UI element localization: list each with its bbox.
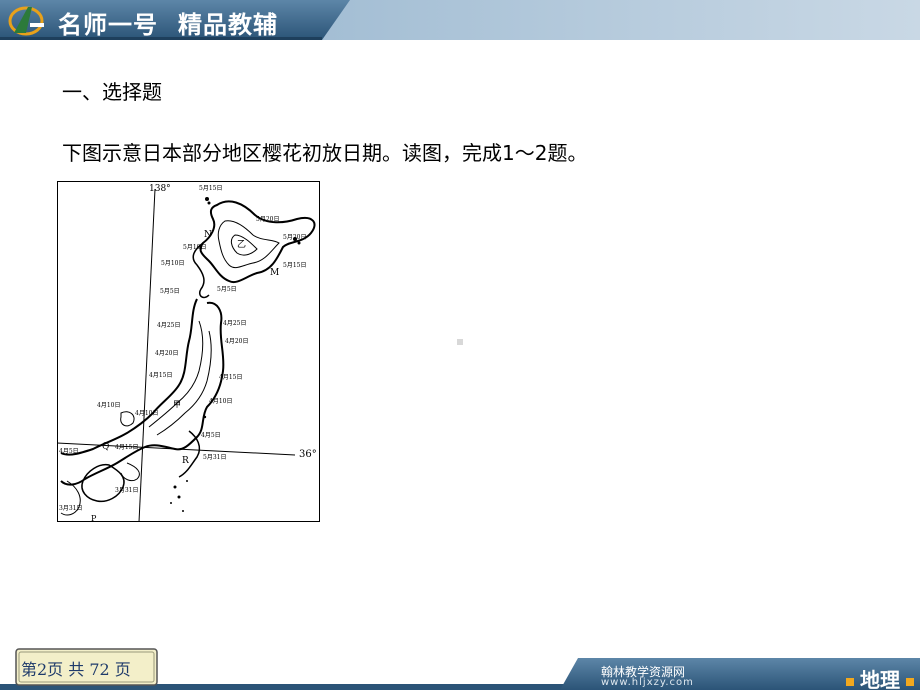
date-label: 3月31日 [115,487,138,494]
date-label: 4月5日 [59,448,79,455]
page-counter: 第2页 共 72 页 [21,660,131,679]
date-label: 5月20日 [283,234,306,241]
brand-slogan: 精品教辅 [178,11,278,39]
brand-logo-icon [8,6,44,36]
date-label: 3月31日 [59,505,82,512]
date-label: 4月15日 [219,374,242,381]
date-label: 4月15日 [115,444,138,451]
date-label: 5月31日 [203,454,226,461]
latitude-label: 36° [299,449,317,460]
point-label-jia: 甲 [173,400,181,409]
question-text: 下图示意日本部分地区樱花初放日期。读图，完成1～2题。 [62,141,588,165]
longitude-label: 138° [149,184,171,194]
point-label-yi: 乙 [237,239,246,250]
point-label-r: R [182,456,189,466]
date-label: 4月15日 [149,372,172,379]
date-label: 4月20日 [225,338,248,345]
date-label: 5月20日 [256,216,279,223]
placeholder-dot [457,339,463,345]
date-label: 4月10日 [209,398,232,405]
point-label-p: P [91,514,97,522]
point-label-m: M [270,268,279,278]
date-label: 5月5日 [160,288,180,295]
date-label: 5月10日 [183,244,206,251]
section-title: 一、选择题 [62,80,162,104]
date-label: 4月25日 [157,322,180,329]
square-bullet-icon [906,677,914,686]
header-title: 名师一号 精品教辅 [58,5,278,40]
date-label: 4月25日 [223,320,246,327]
brand-name: 名师一号 [58,11,158,39]
date-label: 4月5日 [201,432,221,439]
point-label-n: N [204,230,212,240]
site-url: www.hljxzy.com [601,677,694,688]
date-label: 4月10日 [135,410,158,417]
subject-label: 地理 [840,664,920,693]
square-bullet-icon [846,677,854,686]
date-label: 4月20日 [155,350,178,357]
japan-sakura-map: 138° 36° N 乙 M 甲 Q R P 5月15日 5月20日 5月20日… [57,181,320,522]
date-label: 5月15日 [199,185,222,192]
subject-text: 地理 [860,668,900,692]
date-label: 5月10日 [161,260,184,267]
date-label: 5月5日 [217,286,237,293]
date-label: 5月15日 [283,262,306,269]
date-label: 4月10日 [97,402,120,409]
point-label-q: Q [102,442,109,452]
